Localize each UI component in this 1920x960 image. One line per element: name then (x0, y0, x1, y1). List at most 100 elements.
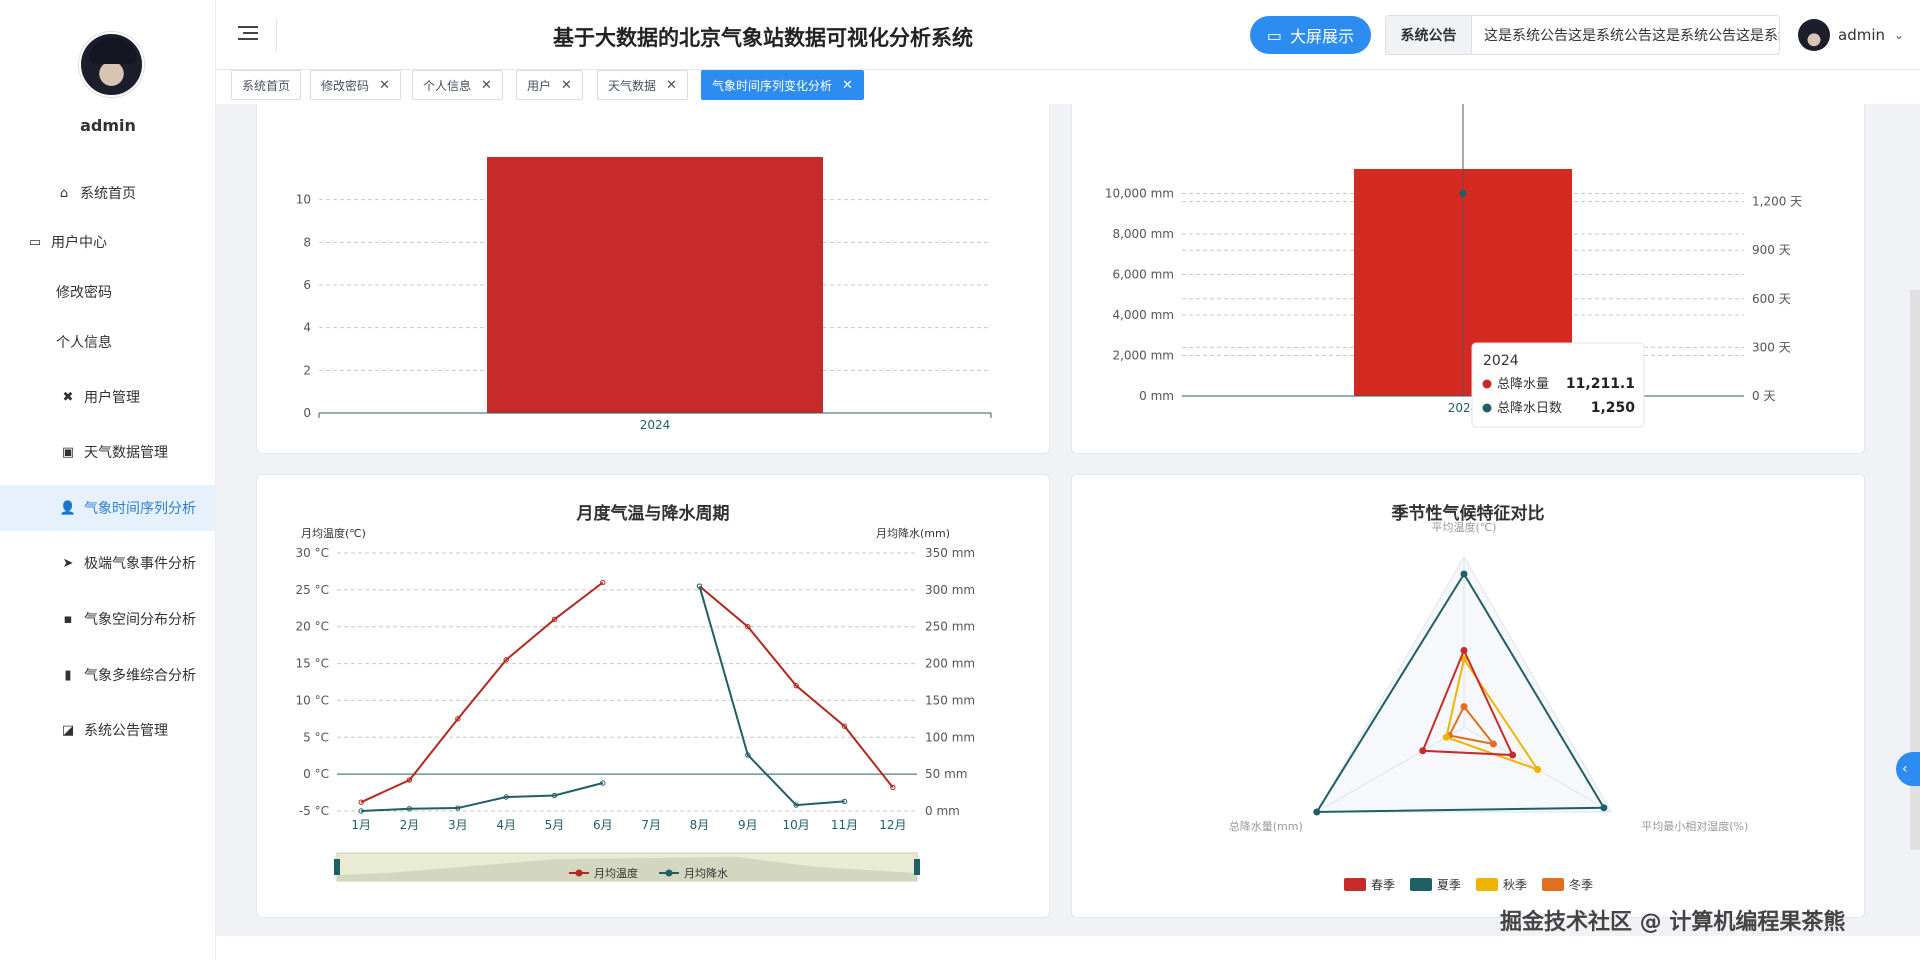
close-icon[interactable]: ✕ (561, 78, 572, 93)
notice-text: 这是系统公告这是系统公告这是系统公告这是系统公告 (1484, 28, 1779, 44)
x-tick-label: 11月 (831, 818, 858, 832)
y-right-tick-label: 50 mm (925, 767, 967, 781)
sidebar-item-2[interactable]: 修改密码 (0, 269, 216, 315)
sidebar-item-4[interactable]: ✖ 用户管理 (0, 374, 216, 420)
y-left-tick-label: 10 °C (296, 693, 329, 707)
datazoom-handle-left (334, 859, 340, 875)
tab-5[interactable]: 气象时间序列变化分析 ✕ (701, 70, 864, 100)
tooltip-marker (1482, 379, 1492, 389)
chart-card-seasonal: 季节性气候特征对比 平均温度(℃) 平均最小相对湿度(%) 总降水量(mm) 春季 夏季… (1071, 474, 1865, 918)
sidebar-item-label: 气象空间分布分析 (84, 612, 196, 628)
sidebar-item-1[interactable]: ▭ 用户中心 (0, 219, 216, 265)
chart-title: 月度气温与降水周期 (576, 504, 730, 524)
main-content: 0 2 4 6 8 10 2024 0 mm 2,000 mm 4,000 mm 6,000 mm… (216, 104, 1920, 960)
radar-indicator-label: 总降水量(mm) (1229, 819, 1303, 833)
y-left-tick-label: 25 °C (296, 583, 329, 597)
sidebar-item-label: 修改密码 (56, 285, 112, 301)
x-tick-label: 9月 (738, 818, 758, 832)
tab-0[interactable]: 系统首页 (231, 70, 302, 100)
y-right-tick-label: 0 mm (925, 804, 960, 818)
sidebar-item-label: 气象多维综合分析 (84, 668, 196, 684)
legend-swatch (1344, 878, 1366, 891)
tab-4[interactable]: 天气数据 ✕ (597, 70, 688, 100)
legend-label: 月均温度 (594, 866, 638, 880)
tab-label: 修改密码 (321, 78, 370, 93)
precip-line (698, 585, 845, 807)
monitor-icon: ▭ (1266, 25, 1283, 45)
legend-swatch (575, 869, 583, 877)
watermark: 掘金技术社区 @ 计算机编程果茶熊 (1500, 910, 1846, 935)
y-left-tick-label: 2,000 mm (1112, 349, 1174, 363)
precip-line (361, 782, 604, 812)
x-tick-label: 12月 (879, 818, 906, 832)
y-right-tick-label: 200 mm (925, 657, 975, 671)
tags-view: 系统首页 修改密码 ✕ 个人信息 ✕ 用户 ✕ 天气数据 ✕ 气象时间序列变化分析 ✕ (216, 70, 1920, 104)
close-icon[interactable]: ✕ (379, 78, 390, 93)
notice-label: 系统公告 (1386, 16, 1472, 54)
radar-point (1460, 703, 1468, 711)
close-icon[interactable]: ✕ (481, 78, 492, 93)
x-tick-label: 6月 (593, 818, 613, 832)
person-icon: 👤 (59, 500, 77, 516)
sidebar-username: admin (80, 116, 136, 135)
sidebar-item-label: 系统首页 (80, 186, 136, 202)
weather-data-icon: ▣ (61, 444, 75, 460)
sidebar-item-9[interactable]: ▮ 气象多维综合分析 (0, 652, 216, 698)
x-tick-label: 7月 (641, 818, 661, 832)
y-tick-label: 8 (303, 235, 311, 249)
user-name[interactable]: admin (1838, 26, 1885, 44)
y-tick-label: 0 (303, 406, 311, 420)
legend-swatch (1542, 878, 1564, 891)
y-right-axis-name: 月均降水(mm) (876, 526, 950, 540)
sidebar-item-6[interactable]: 👤 气象时间序列分析 (0, 485, 216, 531)
radar-point (1489, 740, 1497, 748)
tooltip-value: 11,211.1 (1566, 376, 1635, 392)
tab-label: 系统首页 (242, 78, 291, 93)
sidebar-item-label: 极端气象事件分析 (84, 556, 196, 572)
y-left-tick-label: 0 mm (1139, 389, 1174, 403)
chart-yearly-precip: 0 mm 2,000 mm 4,000 mm 6,000 mm 8,000 mm 10,0… (1105, 104, 1802, 493)
tooltip-series-name: 总降水日数 (1497, 401, 1562, 416)
sidebar-item-label: 个人信息 (56, 335, 112, 351)
sidebar-item-5[interactable]: ▣ 天气数据管理 (0, 429, 216, 475)
header: 基于大数据的北京气象站数据可视化分析系统 ▭ 大屏展示 系统公告 这是系统公告这… (216, 0, 1920, 70)
tab-1[interactable]: 修改密码 ✕ (310, 70, 401, 100)
y-left-tick-label: 5 °C (303, 730, 329, 744)
avatar[interactable] (79, 32, 144, 97)
bigscreen-button[interactable]: ▭ 大屏展示 (1250, 16, 1371, 54)
chart-yearly: 0 2 4 6 8 10 2024 (296, 157, 992, 432)
sidebar-item-3[interactable]: 个人信息 (0, 319, 216, 365)
chevron-down-icon[interactable]: ⌄ (1894, 28, 1904, 42)
line-point (1459, 190, 1467, 197)
sidebar-item-10[interactable]: ◪ 系统公告管理 (0, 707, 216, 753)
user-center-icon: ▭ (28, 234, 42, 250)
legend-swatch (1410, 878, 1432, 891)
tab-label: 天气数据 (608, 78, 657, 93)
user-avatar[interactable] (1798, 19, 1830, 51)
tab-label: 气象时间序列变化分析 (712, 78, 833, 93)
x-tick-label: 2024 (640, 418, 671, 432)
user-manage-icon: ✖ (62, 389, 74, 405)
sidebar-item-8[interactable]: ▪ 气象空间分布分析 (0, 596, 216, 642)
tab-3[interactable]: 用户 ✕ (516, 70, 583, 100)
sidebar-item-0[interactable]: ⌂ 系统首页 (0, 170, 216, 216)
comment-icon: ▪ (63, 611, 73, 627)
legend-swatch (1476, 878, 1498, 891)
bigscreen-label: 大屏展示 (1290, 27, 1355, 46)
chevron-left-icon: ‹ (1902, 761, 1908, 777)
close-icon[interactable]: ✕ (666, 78, 677, 93)
radar-point (1509, 751, 1517, 759)
tab-2[interactable]: 个人信息 ✕ (412, 70, 503, 100)
tooltip-marker (1482, 403, 1492, 413)
notice-bar: 系统公告 这是系统公告这是系统公告这是系统公告这是系统公告 (1385, 15, 1780, 55)
close-icon[interactable]: ✕ (842, 78, 853, 93)
home-icon: ⌂ (59, 185, 69, 201)
y-left-tick-label: 15 °C (296, 657, 329, 671)
x-tick-label: 4月 (496, 818, 516, 832)
y-tick-label: 10 (296, 193, 311, 207)
chart-monthly: 月均温度(℃) 月均降水(mm) -5 °C 0 °C 5 °C 10 °C 15 °C 20… (296, 526, 975, 882)
radar-point (1534, 766, 1542, 773)
x-tick-label: 2月 (400, 818, 420, 832)
sidebar-item-7[interactable]: ➤ 极端气象事件分析 (0, 540, 216, 586)
y-right-tick-label: 350 mm (925, 546, 975, 560)
